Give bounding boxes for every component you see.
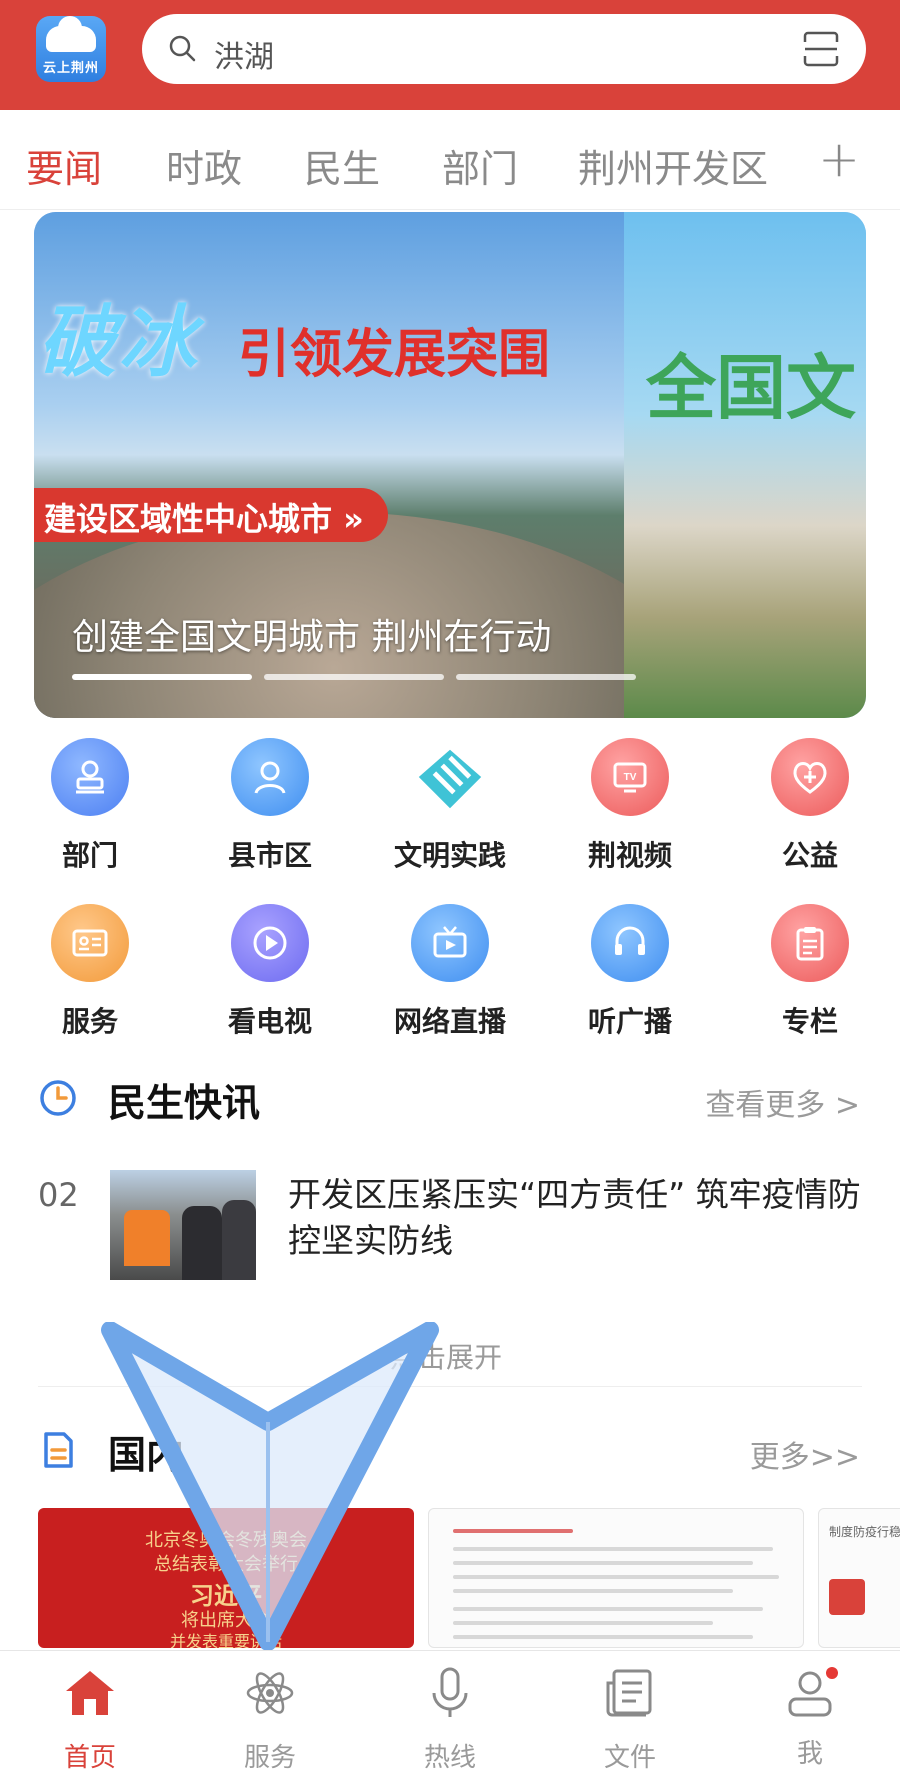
newspaper-icon <box>606 1669 652 1717</box>
entry-label: 服务 <box>61 1005 118 1038</box>
entry-label: 荆视频 <box>587 839 672 872</box>
banner-side-text: 全国文 <box>646 346 856 429</box>
id-card-icon <box>51 904 129 982</box>
camera-icon <box>829 1579 865 1615</box>
tab-yaowen[interactable]: 要闻 <box>26 138 102 193</box>
svg-text:TV: TV <box>624 772 637 783</box>
tv-icon: TV <box>591 738 669 816</box>
news-card[interactable]: 制度防疫行稳 <box>818 1508 900 1648</box>
news-index: 02 <box>38 1176 79 1214</box>
play-icon <box>231 904 309 982</box>
news-headline[interactable]: 开发区压紧压实“四方责任” 筑牢疫情防控坚实防线 <box>288 1172 868 1264</box>
entry-xianshiqu[interactable]: 县市区 <box>180 738 360 874</box>
nav-me[interactable]: 我 <box>720 1665 900 1770</box>
heart-plus-icon <box>771 738 849 816</box>
entry-zhuanlan[interactable]: 专栏 <box>720 904 900 1040</box>
tab-kaifaqu[interactable]: 荆州开发区 <box>578 138 768 193</box>
entry-tingguangbo[interactable]: 听广播 <box>540 904 720 1040</box>
search-bar[interactable]: 洪湖 <box>142 14 866 84</box>
banner-title: 破冰 <box>38 298 199 388</box>
nav-service[interactable]: 服务 <box>180 1665 360 1774</box>
slide-indicator[interactable] <box>456 674 636 680</box>
swipe-down-arrow-icon <box>101 1322 439 1651</box>
search-icon <box>169 35 196 62</box>
entry-zhibo[interactable]: 网络直播 <box>360 904 540 1040</box>
nav-label: 服务 <box>243 1743 296 1773</box>
entry-jingshipin[interactable]: TV 荆视频 <box>540 738 720 874</box>
scan-icon[interactable] <box>802 30 840 68</box>
atom-icon <box>246 1672 294 1714</box>
banner-next-slide <box>624 212 866 718</box>
entry-label: 看电视 <box>227 1005 312 1038</box>
banner-caption: 创建全国文明城市 荆州在行动 <box>72 617 552 658</box>
document-icon <box>44 1432 73 1468</box>
section-title: 民生快讯 <box>108 1081 261 1125</box>
nav-label: 热线 <box>423 1743 476 1773</box>
notification-dot <box>826 1667 838 1679</box>
entry-label: 县市区 <box>227 839 312 872</box>
slide-indicator[interactable] <box>72 674 252 680</box>
banner-pill: 建设区域性中心城市 » <box>34 488 388 542</box>
channel-tabs: 要闻 时政 民生 部门 荆州开发区 + <box>0 110 900 210</box>
heart-hand-icon <box>411 738 489 816</box>
view-more-link[interactable]: 查看更多 > <box>705 1080 860 1124</box>
entry-label: 公益 <box>781 839 838 872</box>
entry-label: 网络直播 <box>393 1005 506 1038</box>
entry-gongyi[interactable]: 公益 <box>720 738 900 874</box>
entry-label: 专栏 <box>781 1005 838 1038</box>
card-title: 制度防疫行稳 <box>829 1525 900 1539</box>
tab-shizheng[interactable]: 时政 <box>166 138 242 193</box>
more-link[interactable]: 更多>> <box>750 1432 860 1476</box>
app-header: 云上荆州 洪湖 <box>0 0 900 110</box>
news-section-header: 民生快讯 查看更多 > <box>0 1062 900 1132</box>
nav-label: 我 <box>796 1739 823 1769</box>
search-input[interactable]: 洪湖 <box>214 32 274 76</box>
nav-label: 文件 <box>603 1743 656 1773</box>
tab-minsheng[interactable]: 民生 <box>304 138 380 193</box>
entry-label: 文明实践 <box>393 839 506 872</box>
news-card[interactable] <box>428 1508 804 1648</box>
entry-fuwu[interactable]: 服务 <box>0 904 180 1040</box>
slide-indicator[interactable] <box>264 674 444 680</box>
bottom-nav: 首页 服务 热线 文件 我 <box>0 1650 900 1790</box>
nav-hotline[interactable]: 热线 <box>360 1665 540 1774</box>
entry-kandianshi[interactable]: 看电视 <box>180 904 360 1040</box>
microphone-icon <box>432 1667 468 1717</box>
home-icon <box>66 1671 114 1715</box>
nav-home[interactable]: 首页 <box>0 1665 180 1774</box>
banner-carousel[interactable]: 全国文 破冰 引领发展突围 建设区域性中心城市 » 创建全国文明城市 荆州在行动 <box>34 212 866 718</box>
banner-subtitle: 引领发展突围 <box>238 324 551 385</box>
live-camera-icon <box>411 904 489 982</box>
headset-icon <box>591 904 669 982</box>
logo-text: 云上荆州 <box>42 61 99 76</box>
person-icon <box>231 738 309 816</box>
tab-bumen[interactable]: 部门 <box>442 138 518 193</box>
stamp-icon <box>51 738 129 816</box>
clipboard-icon <box>771 904 849 982</box>
add-channel-button[interactable]: + <box>818 130 860 188</box>
news-thumbnail[interactable] <box>110 1170 256 1280</box>
entry-wenming[interactable]: 文明实践 <box>360 738 540 874</box>
entry-label: 部门 <box>61 839 118 872</box>
nav-label: 首页 <box>63 1743 116 1773</box>
nav-files[interactable]: 文件 <box>540 1665 720 1774</box>
entry-bumen[interactable]: 部门 <box>0 738 180 874</box>
user-icon <box>782 1665 838 1721</box>
clock-icon <box>40 1080 76 1116</box>
entry-label: 听广播 <box>587 1005 672 1038</box>
logo-icon[interactable]: 云上荆州 <box>36 16 106 82</box>
